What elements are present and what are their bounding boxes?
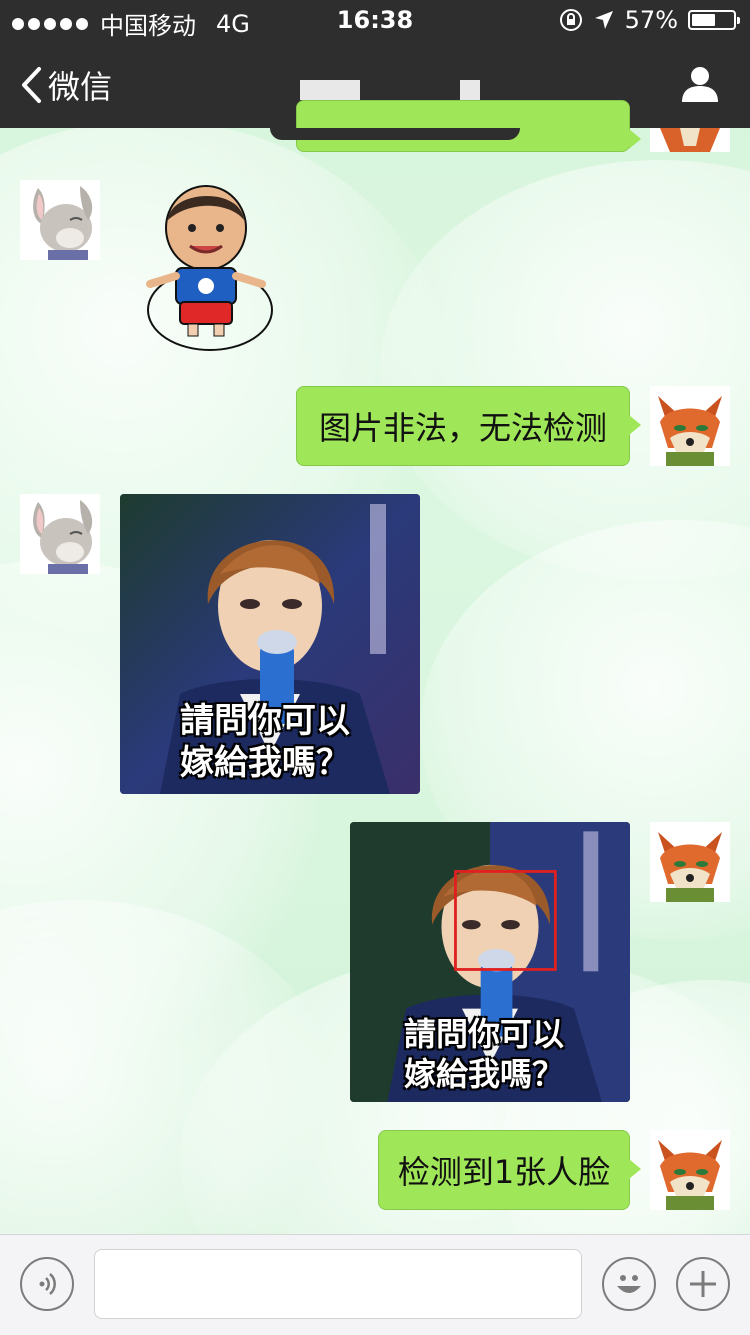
fox-avatar[interactable]: [650, 1130, 730, 1210]
message-input[interactable]: [94, 1249, 582, 1319]
message-bubble[interactable]: 图片非法，无法检测: [296, 386, 641, 466]
voice-button[interactable]: [20, 1257, 74, 1311]
back-label: 微信: [48, 68, 113, 106]
battery-percent: 57%: [624, 6, 678, 34]
fox-avatar[interactable]: [650, 386, 730, 466]
bunny-avatar[interactable]: [20, 180, 100, 260]
plus-icon: [690, 1271, 716, 1297]
chat-title-redacted: [300, 80, 480, 100]
message-bubble[interactable]: 检测到1张人脸: [378, 1130, 641, 1210]
battery-icon: [688, 10, 740, 30]
plus-button[interactable]: [676, 1257, 730, 1311]
emoji-button[interactable]: [602, 1257, 656, 1311]
input-bar: [0, 1234, 750, 1335]
profile-icon[interactable]: [680, 64, 720, 104]
image-caption-line1: 請問你可以: [404, 1015, 565, 1053]
message-text: 检测到1张人脸: [397, 1153, 611, 1191]
image-caption-line1: 請問你可以: [180, 701, 350, 741]
baby-sticker[interactable]: [140, 180, 280, 360]
image-message[interactable]: 請問你可以 嫁給我嗎？: [350, 822, 630, 1102]
nav-shadow: [270, 128, 520, 140]
image-message[interactable]: 請問你可以 嫁給我嗎？: [120, 494, 420, 794]
rotation-lock-icon: [559, 9, 582, 31]
message-bubble[interactable]: [296, 100, 641, 152]
bunny-avatar[interactable]: [20, 494, 100, 574]
location-icon: [594, 11, 613, 29]
image-caption-line2: 嫁給我嗎？: [180, 743, 350, 783]
image-caption-line2: 嫁給我嗎？: [404, 1055, 565, 1093]
emoji-icon: [617, 1275, 641, 1293]
chevron-left-icon: [22, 67, 41, 103]
back-button[interactable]: 微信: [20, 62, 112, 108]
voice-icon: [39, 1273, 56, 1295]
fox-avatar[interactable]: [650, 128, 730, 152]
status-bar: 中国移动 4G 16:38 57%: [0, 0, 750, 40]
battery-fill: [692, 14, 715, 26]
fox-avatar[interactable]: [650, 822, 730, 902]
message-text: 图片非法，无法检测: [318, 409, 607, 447]
